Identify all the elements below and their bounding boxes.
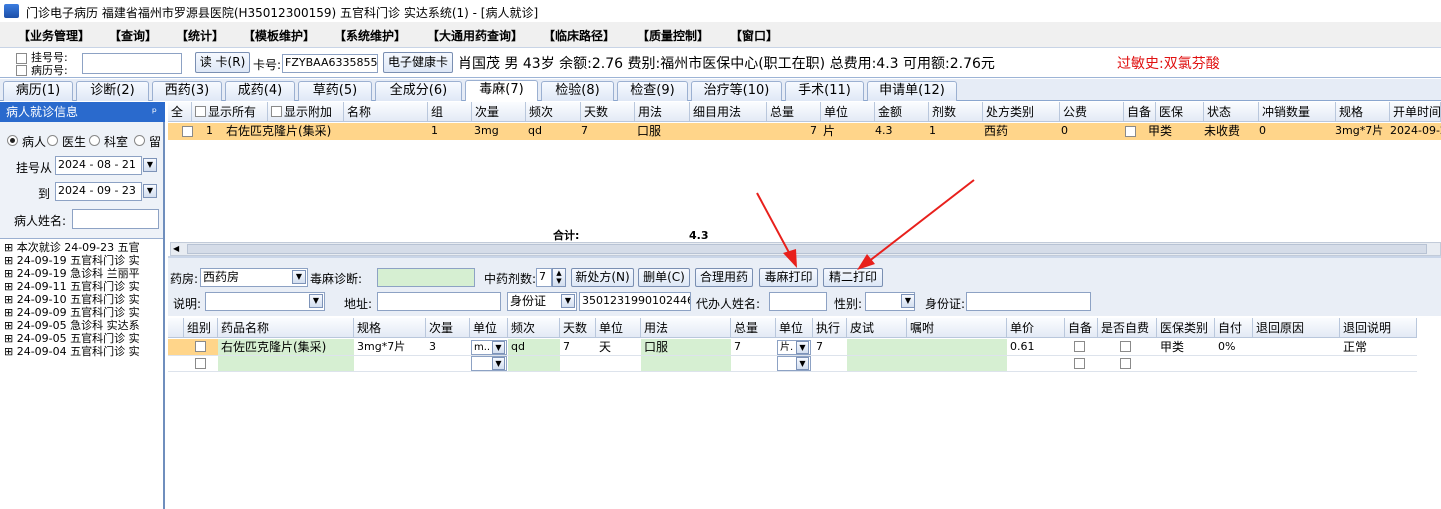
row-drug-name[interactable]: [218, 356, 354, 371]
col-skin-test: 皮试: [847, 318, 907, 338]
row-self-pay-checkbox[interactable]: [1120, 341, 1131, 352]
col-co-pay: 自付: [1215, 318, 1253, 338]
col-ins-type: 医保类别: [1157, 318, 1215, 338]
col-day-unit: 单位: [596, 318, 641, 338]
row-group-checkbox[interactable]: [195, 358, 206, 369]
row-execute[interactable]: 7: [813, 339, 823, 355]
col-return-reason: 退回原因: [1253, 318, 1340, 338]
row-self-checkbox[interactable]: [1074, 341, 1085, 352]
row-total-unit-dropdown[interactable]: ▼: [796, 357, 809, 370]
row-usage[interactable]: [641, 356, 731, 371]
row-self-checkbox[interactable]: [1074, 358, 1085, 369]
row-group-cell: [184, 339, 218, 355]
row-total[interactable]: 7: [731, 339, 741, 355]
row-usage[interactable]: 口服: [641, 339, 731, 355]
col-indicator: [168, 318, 184, 338]
row-co-pay: 0%: [1218, 340, 1236, 353]
row-dose-unit-dropdown[interactable]: ▼: [492, 357, 505, 370]
row-self-pay-checkbox[interactable]: [1120, 358, 1131, 369]
row-drug-name[interactable]: 右佐匹克隆片(集采): [218, 339, 354, 355]
table-row[interactable]: 右佐匹克隆片(集采) 3mg*7片 3 m.. ▼ qd 7 天 口服 7 片.…: [168, 339, 1417, 356]
col-days: 天数: [560, 318, 596, 338]
col-return-note: 退回说明: [1340, 318, 1417, 338]
col-dose: 次量: [426, 318, 470, 338]
row-total-unit-dropdown[interactable]: ▼: [796, 341, 809, 354]
col-group: 组别: [184, 318, 218, 338]
row-indicator: [168, 339, 184, 355]
col-unit-price: 单价: [1007, 318, 1065, 338]
col-frequency: 频次: [508, 318, 560, 338]
row-skin-test[interactable]: [847, 356, 907, 371]
row-return-note: 正常: [1343, 340, 1368, 354]
row-instruction[interactable]: [907, 339, 1007, 355]
row-frequency[interactable]: qd: [508, 339, 560, 355]
row-dose-unit-dropdown[interactable]: ▼: [492, 341, 505, 354]
col-dose-unit: 单位: [470, 318, 508, 338]
row-frequency[interactable]: [508, 356, 560, 371]
col-instruction: 嘱咐: [907, 318, 1007, 338]
row-instruction[interactable]: [907, 356, 1007, 371]
col-spec: 规格: [354, 318, 426, 338]
row-skin-test[interactable]: [847, 339, 907, 355]
col-total-unit: 单位: [776, 318, 813, 338]
row-group-checkbox[interactable]: [195, 341, 206, 352]
col-self-pay: 是否自费: [1098, 318, 1157, 338]
col-self: 自备: [1065, 318, 1098, 338]
row-spec: 3mg*7片: [357, 340, 406, 353]
prescription-detail-grid: 组别 药品名称 规格 次量 单位 频次 天数 单位 用法 总量 单位 执行 皮试…: [168, 318, 1441, 509]
col-execute: 执行: [813, 318, 847, 338]
col-drug-name: 药品名称: [218, 318, 354, 338]
table-row[interactable]: ▼ ▼: [168, 356, 1417, 372]
col-total: 总量: [731, 318, 776, 338]
row-dose[interactable]: 3: [426, 339, 436, 355]
row-unit-price: 0.61: [1010, 340, 1035, 353]
row-day-unit[interactable]: 天: [596, 339, 611, 355]
col-usage: 用法: [641, 318, 731, 338]
row-days[interactable]: 7: [560, 339, 570, 355]
row-ins-type: 甲类: [1160, 340, 1185, 354]
